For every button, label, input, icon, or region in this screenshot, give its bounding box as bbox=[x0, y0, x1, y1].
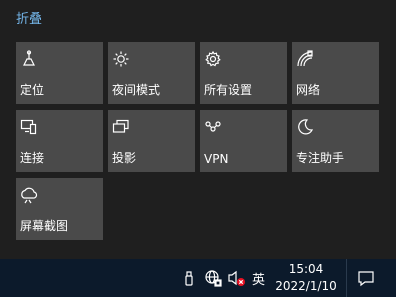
clock[interactable]: 15:04 2022/1/10 bbox=[272, 261, 340, 295]
collapse-link[interactable]: 折叠 bbox=[16, 8, 42, 27]
usb-drive-icon[interactable] bbox=[180, 269, 198, 287]
location-icon bbox=[20, 50, 38, 68]
tile-location[interactable]: 定位 bbox=[16, 42, 103, 104]
globe-network-icon[interactable] bbox=[204, 269, 222, 287]
connect-icon bbox=[20, 118, 38, 136]
tile-label: 网络 bbox=[296, 83, 321, 97]
project-icon bbox=[112, 118, 130, 136]
clock-time: 15:04 bbox=[288, 262, 324, 276]
screen-snip-icon bbox=[20, 186, 38, 204]
action-center-panel: 折叠 定位 夜间模式 所有设置 网络 连接 投影 VPN 专注助手 屏幕截图 bbox=[0, 0, 396, 259]
tile-label: 定位 bbox=[20, 83, 45, 97]
tile-connect[interactable]: 连接 bbox=[16, 110, 103, 172]
tile-network[interactable]: 网络 bbox=[292, 42, 379, 104]
tile-focus-assist[interactable]: 专注助手 bbox=[292, 110, 379, 172]
tile-label: VPN bbox=[204, 152, 229, 166]
tile-label: 连接 bbox=[20, 151, 45, 165]
tile-screen-snip[interactable]: 屏幕截图 bbox=[16, 178, 103, 240]
taskbar: 英 15:04 2022/1/10 bbox=[0, 259, 396, 297]
settings-gear-icon bbox=[204, 50, 222, 68]
tile-vpn[interactable]: VPN bbox=[200, 110, 287, 172]
vpn-icon bbox=[204, 118, 222, 136]
network-icon bbox=[296, 50, 314, 68]
tile-label: 专注助手 bbox=[296, 151, 345, 165]
tile-project[interactable]: 投影 bbox=[108, 110, 195, 172]
clock-date: 2022/1/10 bbox=[275, 279, 337, 293]
tile-label: 屏幕截图 bbox=[20, 219, 69, 233]
tile-night-light[interactable]: 夜间模式 bbox=[108, 42, 195, 104]
night-light-icon bbox=[112, 50, 130, 68]
notification-icon bbox=[357, 269, 375, 287]
volume-muted-icon[interactable] bbox=[227, 269, 245, 287]
tile-label: 所有设置 bbox=[204, 83, 253, 97]
tile-all-settings[interactable]: 所有设置 bbox=[200, 42, 287, 104]
tile-label: 夜间模式 bbox=[112, 83, 161, 97]
focus-assist-moon-icon bbox=[296, 118, 314, 136]
tile-label: 投影 bbox=[112, 151, 137, 165]
ime-indicator[interactable]: 英 bbox=[252, 269, 265, 288]
action-center-button[interactable] bbox=[346, 259, 387, 297]
